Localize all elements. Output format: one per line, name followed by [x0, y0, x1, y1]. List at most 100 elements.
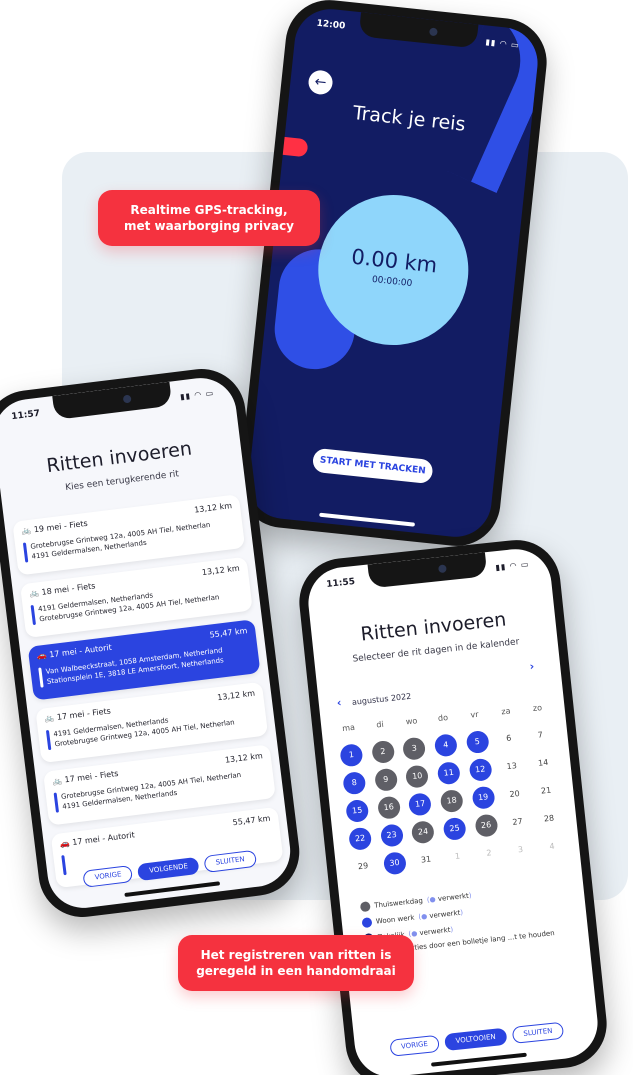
calendar-day[interactable]: 15 [345, 798, 370, 824]
close-button[interactable]: SLUITEN [511, 1021, 565, 1044]
ride-label: 🚗 17 mei - Autorit [59, 830, 135, 848]
ride-title: 17 mei - Autorit [48, 642, 113, 660]
ride-label: 🚲 17 mei - Fiets [52, 769, 119, 786]
rides-list: 🚲 19 mei - Fiets 13,12 km Grotebrugse Grin… [12, 494, 284, 897]
badge-line: Realtime GPS-tracking, [130, 203, 288, 217]
decor-red-bar [272, 135, 309, 158]
home-indicator [319, 512, 416, 527]
legend-tag: verwerkt [429, 908, 461, 921]
calendar-day[interactable]: 17 [408, 792, 433, 817]
calendar-day[interactable]: 16 [376, 795, 401, 820]
badge-line: met waarborging privacy [124, 219, 294, 233]
month-label: augustus 2022 [351, 691, 412, 707]
calendar-day[interactable]: 4 [540, 835, 564, 859]
ride-title: 18 mei - Fiets [41, 581, 96, 597]
legend-status: (● verwerkt) [417, 908, 464, 922]
calendar-day[interactable]: 28 [537, 807, 561, 831]
calendar-day[interactable]: 23 [379, 823, 404, 848]
calendar-day[interactable]: 29 [351, 855, 375, 879]
calendar-grid: ma di wo do vr za zo 1 2 3 4 5 6 7 8 9 10 11 12 13 14 15 16 17 1… [334, 692, 566, 882]
ride-distance: 13,12 km [216, 688, 256, 703]
legend-status: (● verwerkt) [408, 925, 454, 939]
phone-tracking: 12:00 ▮▮ ◠ ▭ ← Track je reis 0.00 km 00:… [235, 0, 551, 551]
calendar-day[interactable]: 13 [500, 755, 524, 779]
ride-label: 🚲 17 mei - Fiets [44, 706, 111, 723]
ride-distance: 13,12 km [224, 751, 264, 765]
calendar-day[interactable]: 5 [465, 729, 490, 755]
legend-status: (● verwerkt) [426, 891, 472, 905]
calendar-day[interactable]: 26 [474, 813, 499, 838]
ride-distance: 55,47 km [232, 813, 271, 828]
phone-calendar: 11:55 ▮▮ ◠ ▭ Ritten invoeren Selecteer d… [295, 535, 611, 1075]
calendar-day[interactable]: 10 [405, 764, 430, 789]
legend-tag: verwerkt [437, 891, 470, 904]
signal-wifi-battery-icon: ▮▮ ◠ ▭ [179, 388, 215, 402]
ride-distance: 55,47 km [209, 626, 248, 640]
calendar-day[interactable]: 19 [471, 785, 496, 810]
calendar-day[interactable]: 22 [348, 826, 373, 851]
calendar-day[interactable]: 25 [442, 816, 467, 842]
calendar-day[interactable]: 3 [508, 838, 532, 862]
arrow-left-icon[interactable]: ← [307, 69, 334, 96]
calendar-day[interactable]: 31 [414, 848, 438, 872]
bike-icon: 🚲 [20, 525, 32, 536]
calendar-day[interactable]: 8 [342, 771, 367, 796]
car-icon: 🚗 [36, 650, 48, 661]
ride-label: 🚗 17 mei - Autorit [36, 643, 112, 661]
legend-label: Woon werk [375, 913, 415, 926]
calendar-day[interactable]: 2 [477, 841, 501, 865]
calendar-day[interactable]: 3 [402, 736, 427, 761]
calendar-day[interactable]: 11 [436, 761, 461, 786]
calendar-day[interactable]: 7 [528, 723, 552, 747]
calendar-day[interactable]: 14 [531, 751, 555, 775]
calendar-day[interactable]: 6 [497, 727, 521, 751]
calendar-day[interactable]: 9 [373, 767, 398, 792]
badge-line: geregeld in een handomdraai [196, 964, 396, 978]
calendar-day[interactable]: 2 [370, 739, 395, 765]
ride-distance: 13,12 km [193, 501, 233, 515]
chevron-right-icon[interactable]: › [529, 660, 535, 673]
signal-wifi-battery-icon: ▮▮ ◠ ▭ [495, 559, 530, 573]
weekday-label: ma [341, 722, 356, 733]
ride-title: 17 mei - Fiets [56, 706, 112, 722]
legend-label: Thuiswerkdag [373, 896, 424, 910]
weekday-label: zo [532, 702, 543, 713]
calendar-day[interactable]: 1 [339, 743, 364, 768]
feature-badge-gps: Realtime GPS-tracking, met waarborging p… [98, 190, 320, 246]
home-indicator [430, 1052, 527, 1067]
rides-screen: 11:57 ▮▮ ◠ ▭ Ritten invoeren Kies een te… [0, 374, 295, 912]
calendar-day[interactable]: 24 [411, 820, 436, 845]
legend-tag: verwerkt [419, 925, 451, 938]
calendar-screen: 11:55 ▮▮ ◠ ▭ Ritten invoeren Selecteer d… [304, 545, 602, 1075]
bike-icon: 🚲 [51, 775, 63, 786]
calendar-day[interactable]: 4 [433, 733, 458, 758]
status-time: 12:00 [316, 18, 346, 32]
calendar-day[interactable]: 20 [503, 782, 527, 806]
badge-line: Het registreren van ritten is [200, 948, 392, 962]
prev-button[interactable]: VORIGE [389, 1034, 440, 1057]
legend-dot [361, 917, 373, 929]
status-time: 11:57 [10, 408, 41, 423]
weekday-label: za [500, 705, 511, 716]
ride-label: 🚲 19 mei - Fiets [21, 519, 88, 536]
finish-button[interactable]: VOLTOOIEN [443, 1027, 508, 1052]
weekday-label: wo [405, 715, 418, 726]
ride-title: 17 mei - Fiets [64, 768, 119, 785]
weekday-label: di [375, 719, 385, 730]
chevron-left-icon[interactable]: ‹ [336, 696, 342, 709]
calendar-day[interactable]: 30 [382, 851, 407, 876]
calendar-day[interactable]: 12 [468, 757, 493, 783]
car-icon: 🚗 [59, 838, 71, 849]
ride-distance: 13,12 km [201, 563, 241, 578]
calendar-day[interactable]: 21 [534, 779, 558, 803]
start-tracking-button[interactable]: START MET TRACKEN [311, 447, 434, 485]
calendar-day[interactable]: 1 [445, 845, 469, 869]
bike-icon: 🚲 [43, 713, 55, 724]
calendar-day[interactable]: 27 [506, 810, 530, 834]
button-bar: VORIGE VOLTOOIEN SLUITEN [355, 1018, 599, 1060]
calendar-day[interactable]: 18 [439, 788, 464, 814]
status-time: 11:55 [325, 577, 356, 590]
ride-title: 19 mei - Fiets [33, 518, 89, 535]
weekday-label: vr [469, 709, 479, 720]
tracking-screen: 12:00 ▮▮ ◠ ▭ ← Track je reis 0.00 km 00:… [244, 5, 542, 541]
